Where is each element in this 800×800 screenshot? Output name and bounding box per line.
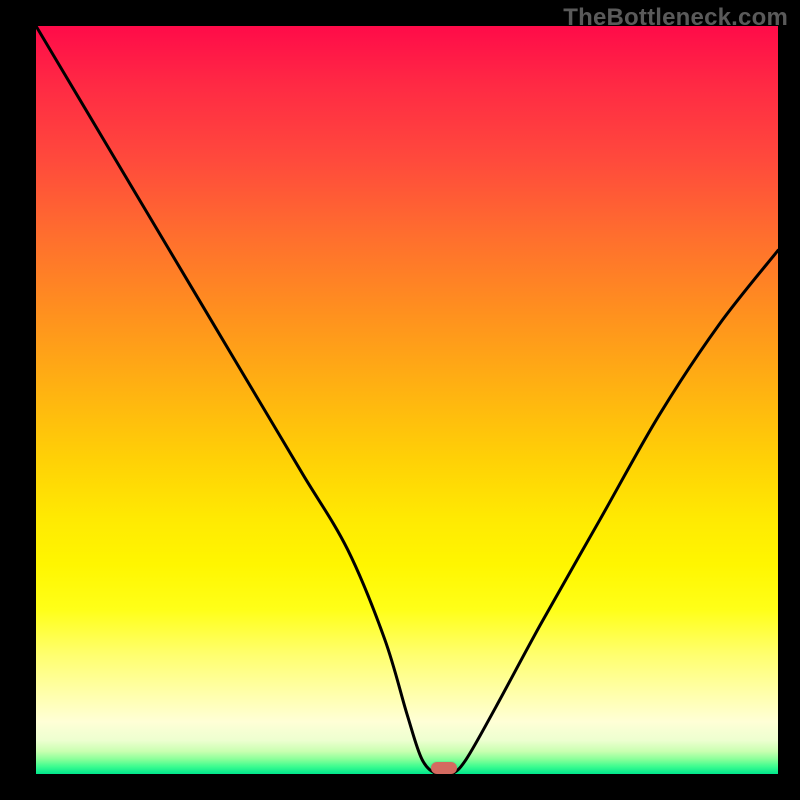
bottleneck-curve-line bbox=[36, 26, 778, 774]
watermark-text: TheBottleneck.com bbox=[563, 4, 788, 32]
optimal-point-marker bbox=[431, 762, 457, 774]
plot-area bbox=[36, 26, 778, 774]
curve-svg bbox=[36, 26, 778, 774]
